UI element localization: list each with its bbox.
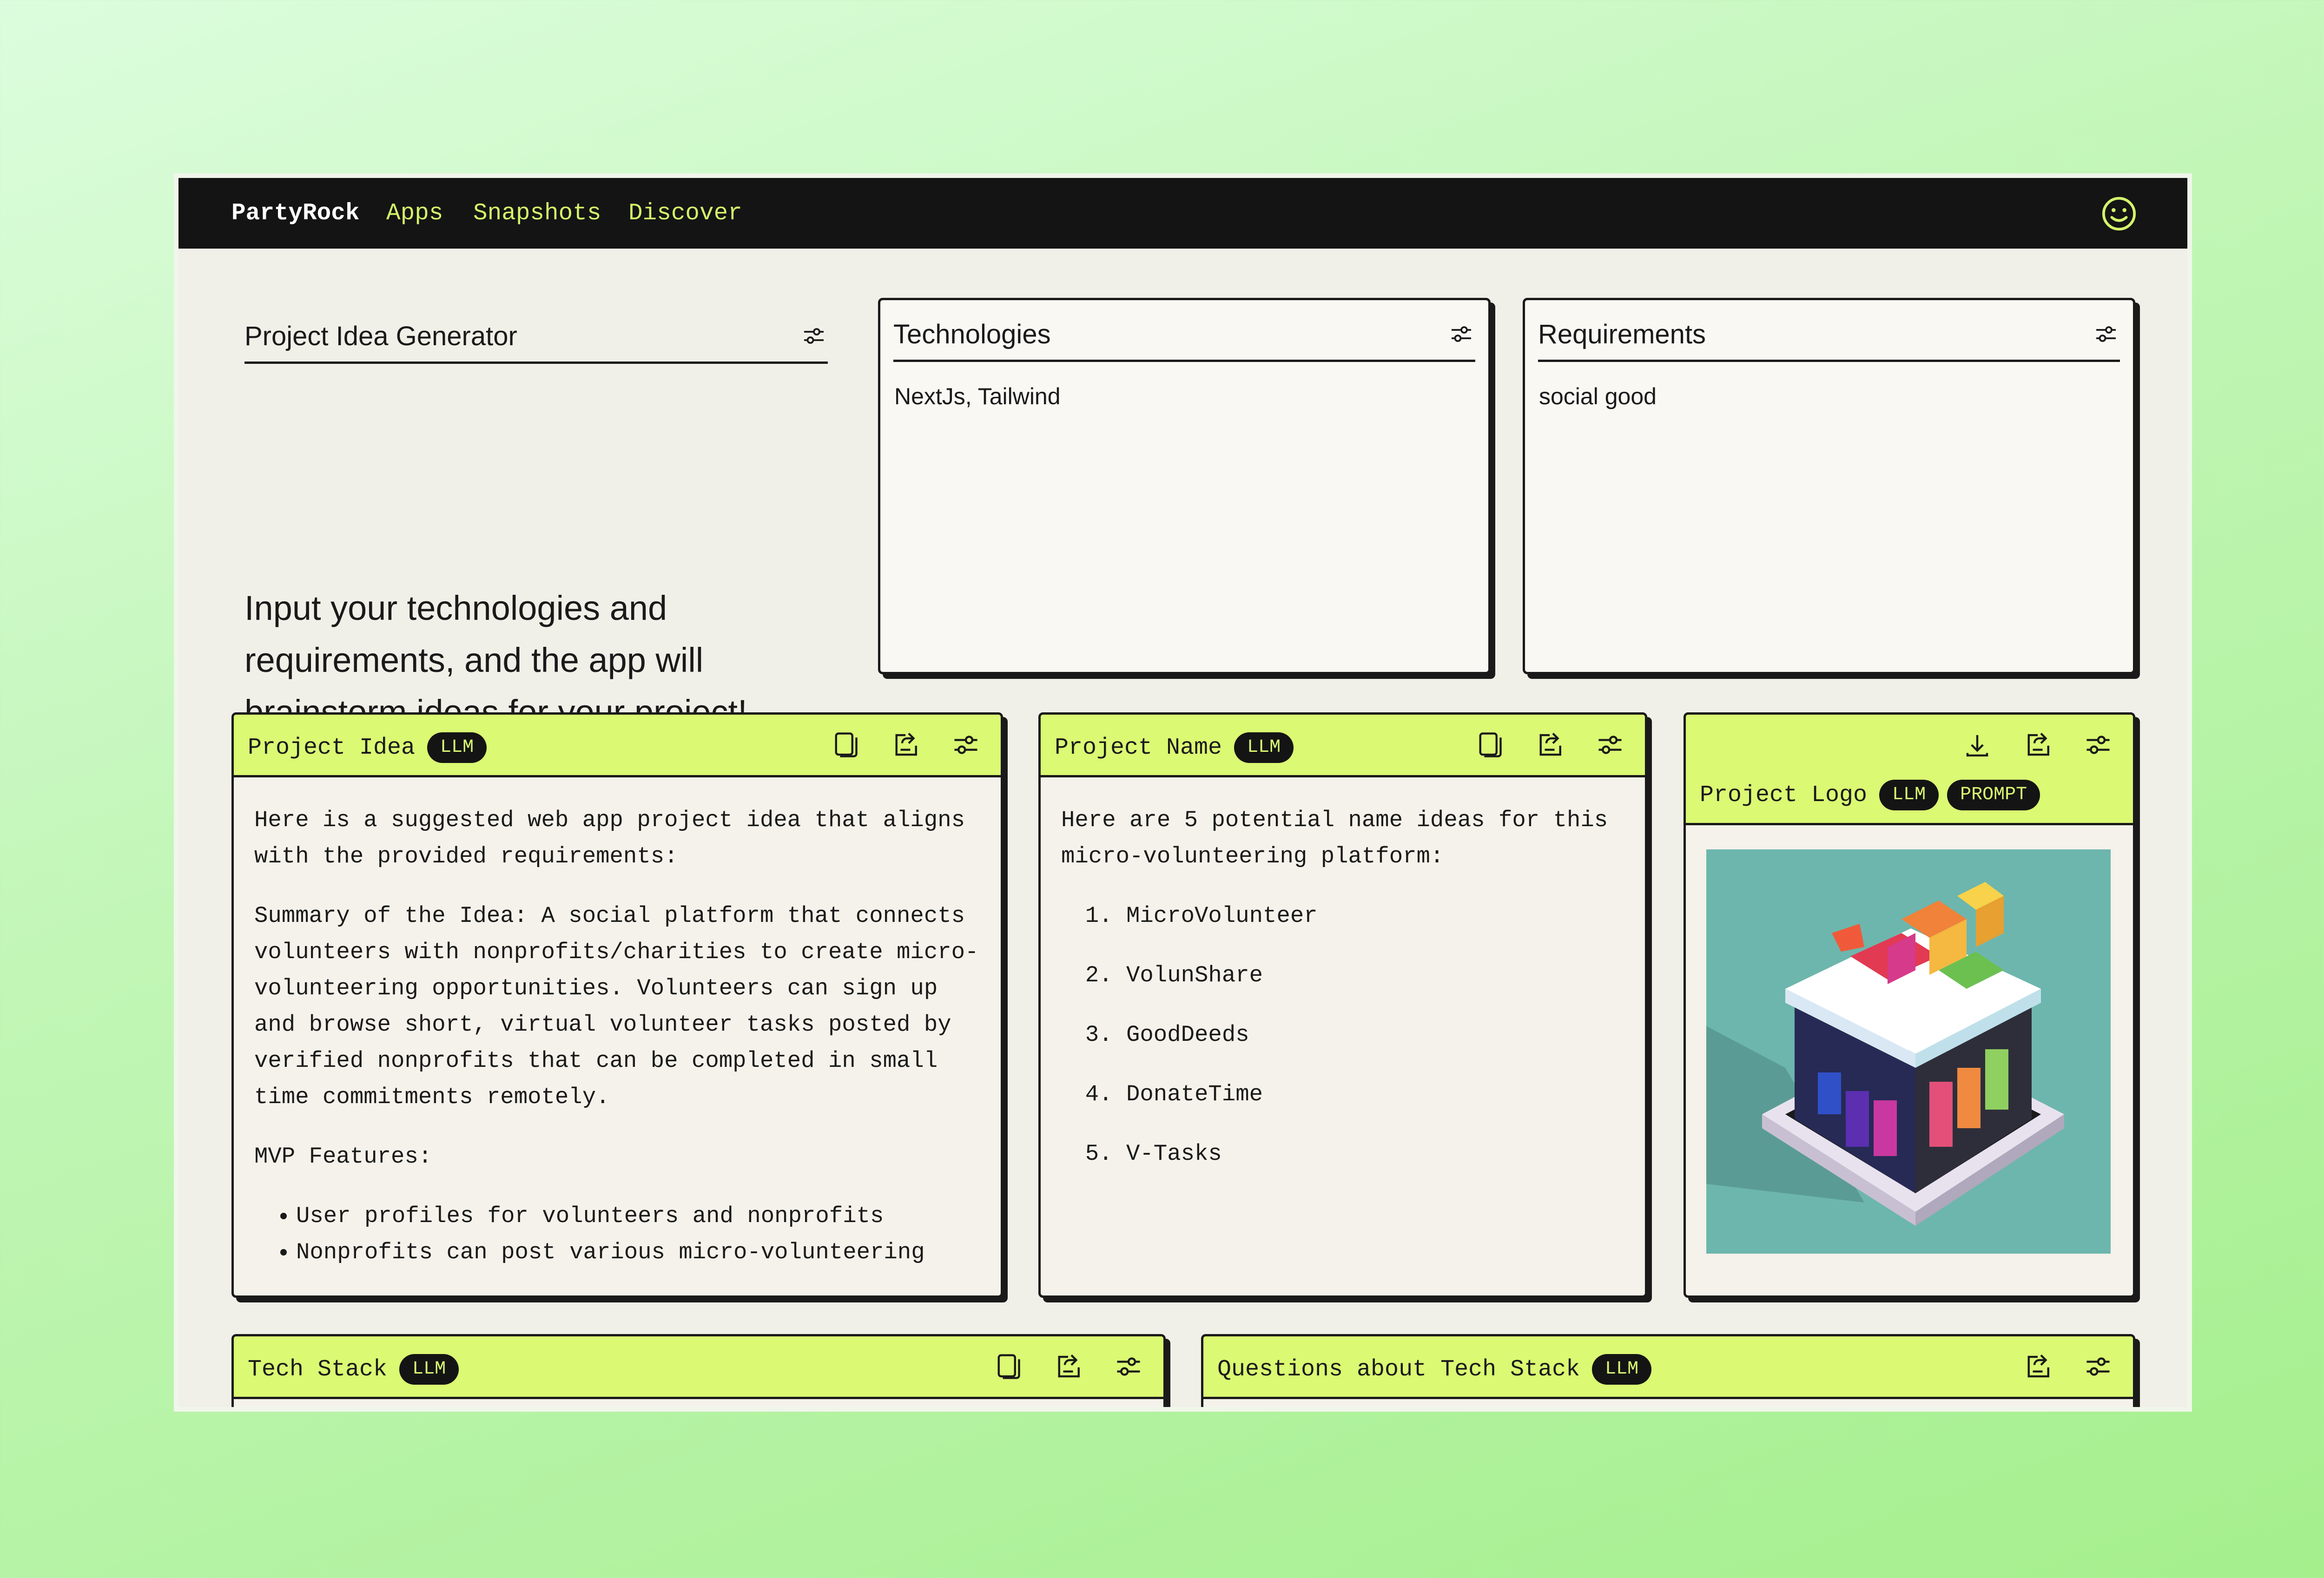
questions-widget: Questions about Tech Stack LLM bbox=[1201, 1334, 2135, 1407]
widget-header: Project Name LLM bbox=[1041, 715, 1645, 777]
project-idea-output: Here is a suggested web app project idea… bbox=[254, 775, 982, 1295]
share-icon[interactable] bbox=[1052, 1350, 1084, 1383]
llm-badge: LLM bbox=[399, 1354, 459, 1385]
copy-icon[interactable] bbox=[1473, 729, 1505, 761]
download-icon[interactable] bbox=[1961, 729, 1994, 761]
widget-title: Project Name bbox=[1055, 734, 1222, 761]
requirements-input-card[interactable]: Requirements social good bbox=[1523, 298, 2135, 674]
llm-badge: LLM bbox=[427, 732, 487, 763]
top-navbar: PartyRock Apps Snapshots Discover bbox=[178, 178, 2187, 249]
settings-sliders-icon[interactable] bbox=[1112, 1350, 1145, 1383]
widget-title: Project Logo bbox=[1700, 782, 1868, 809]
project-name-output: Here are 5 potential name ideas for this… bbox=[1061, 775, 1626, 1295]
widget-title: Questions about Tech Stack bbox=[1217, 1356, 1580, 1383]
generated-logo-image bbox=[1706, 849, 2111, 1254]
project-name-widget: Project Name LLM Here are 5 potential na… bbox=[1038, 712, 1647, 1298]
nav-apps-link[interactable]: Apps bbox=[386, 200, 443, 227]
smiley-avatar-icon[interactable] bbox=[2101, 196, 2137, 232]
mvp-label: MVP Features: bbox=[254, 1144, 432, 1170]
widget-header: Tech Stack LLM bbox=[234, 1336, 1163, 1399]
widget-header: Project Logo LLM PROMPT bbox=[1686, 715, 2133, 825]
settings-sliders-icon[interactable] bbox=[2092, 320, 2120, 348]
settings-sliders-icon[interactable] bbox=[2082, 729, 2114, 761]
prompt-badge: PROMPT bbox=[1947, 780, 2040, 810]
idea-summary: Summary of the Idea: A social platform t… bbox=[254, 903, 979, 1110]
technologies-value[interactable]: NextJs, Tailwind bbox=[894, 383, 1061, 410]
settings-sliders-icon[interactable] bbox=[1447, 320, 1475, 348]
brand-logo-text[interactable]: PartyRock bbox=[231, 200, 359, 227]
share-icon[interactable] bbox=[889, 729, 922, 761]
widget-title: Project Idea bbox=[248, 734, 416, 761]
list-item: V-Tasks bbox=[1126, 1136, 1626, 1172]
list-item: GoodDeeds bbox=[1126, 1017, 1626, 1053]
output-intro: Here is a suggested web app project idea… bbox=[254, 807, 965, 869]
llm-badge: LLM bbox=[1879, 780, 1939, 810]
nav-snapshots-link[interactable]: Snapshots bbox=[473, 200, 601, 227]
widget-header: Questions about Tech Stack LLM bbox=[1203, 1336, 2133, 1399]
share-icon[interactable] bbox=[1533, 729, 1566, 761]
llm-badge: LLM bbox=[1592, 1354, 1652, 1385]
share-icon[interactable] bbox=[2021, 1350, 2054, 1383]
app-header: Project Idea Generator bbox=[244, 310, 828, 364]
output-intro: Here are 5 potential name ideas for this… bbox=[1061, 807, 1608, 869]
settings-sliders-icon[interactable] bbox=[950, 729, 982, 761]
copy-icon[interactable] bbox=[991, 1350, 1024, 1383]
technologies-label: Technologies bbox=[893, 319, 1051, 349]
project-logo-widget: Project Logo LLM PROMPT bbox=[1684, 712, 2135, 1298]
share-icon[interactable] bbox=[2021, 729, 2054, 761]
nav-discover-link[interactable]: Discover bbox=[628, 200, 742, 227]
settings-sliders-icon[interactable] bbox=[1594, 729, 1626, 761]
widget-title: Tech Stack bbox=[248, 1356, 388, 1383]
tech-stack-widget: Tech Stack LLM bbox=[231, 1334, 1166, 1407]
technologies-input-card[interactable]: Technologies NextJs, Tailwind bbox=[878, 298, 1491, 674]
project-idea-widget: Project Idea LLM Here is a suggested web… bbox=[231, 712, 1003, 1298]
requirements-label: Requirements bbox=[1538, 319, 1706, 349]
page-title: Project Idea Generator bbox=[244, 321, 517, 351]
list-item: DonateTime bbox=[1126, 1076, 1626, 1112]
app-window: PartyRock Apps Snapshots Discover Projec… bbox=[178, 178, 2187, 1407]
list-item: MicroVolunteer bbox=[1126, 898, 1626, 934]
list-item: User profiles for volunteers and nonprof… bbox=[296, 1198, 982, 1234]
settings-sliders-icon[interactable] bbox=[2082, 1350, 2114, 1383]
llm-badge: LLM bbox=[1234, 732, 1294, 763]
list-item: Nonprofits can post various micro-volunt… bbox=[296, 1234, 982, 1270]
settings-sliders-icon[interactable] bbox=[800, 322, 828, 350]
widget-header: Project Idea LLM bbox=[234, 715, 1001, 777]
list-item: VolunShare bbox=[1126, 957, 1626, 993]
requirements-value[interactable]: social good bbox=[1539, 383, 1657, 410]
copy-icon[interactable] bbox=[829, 729, 861, 761]
